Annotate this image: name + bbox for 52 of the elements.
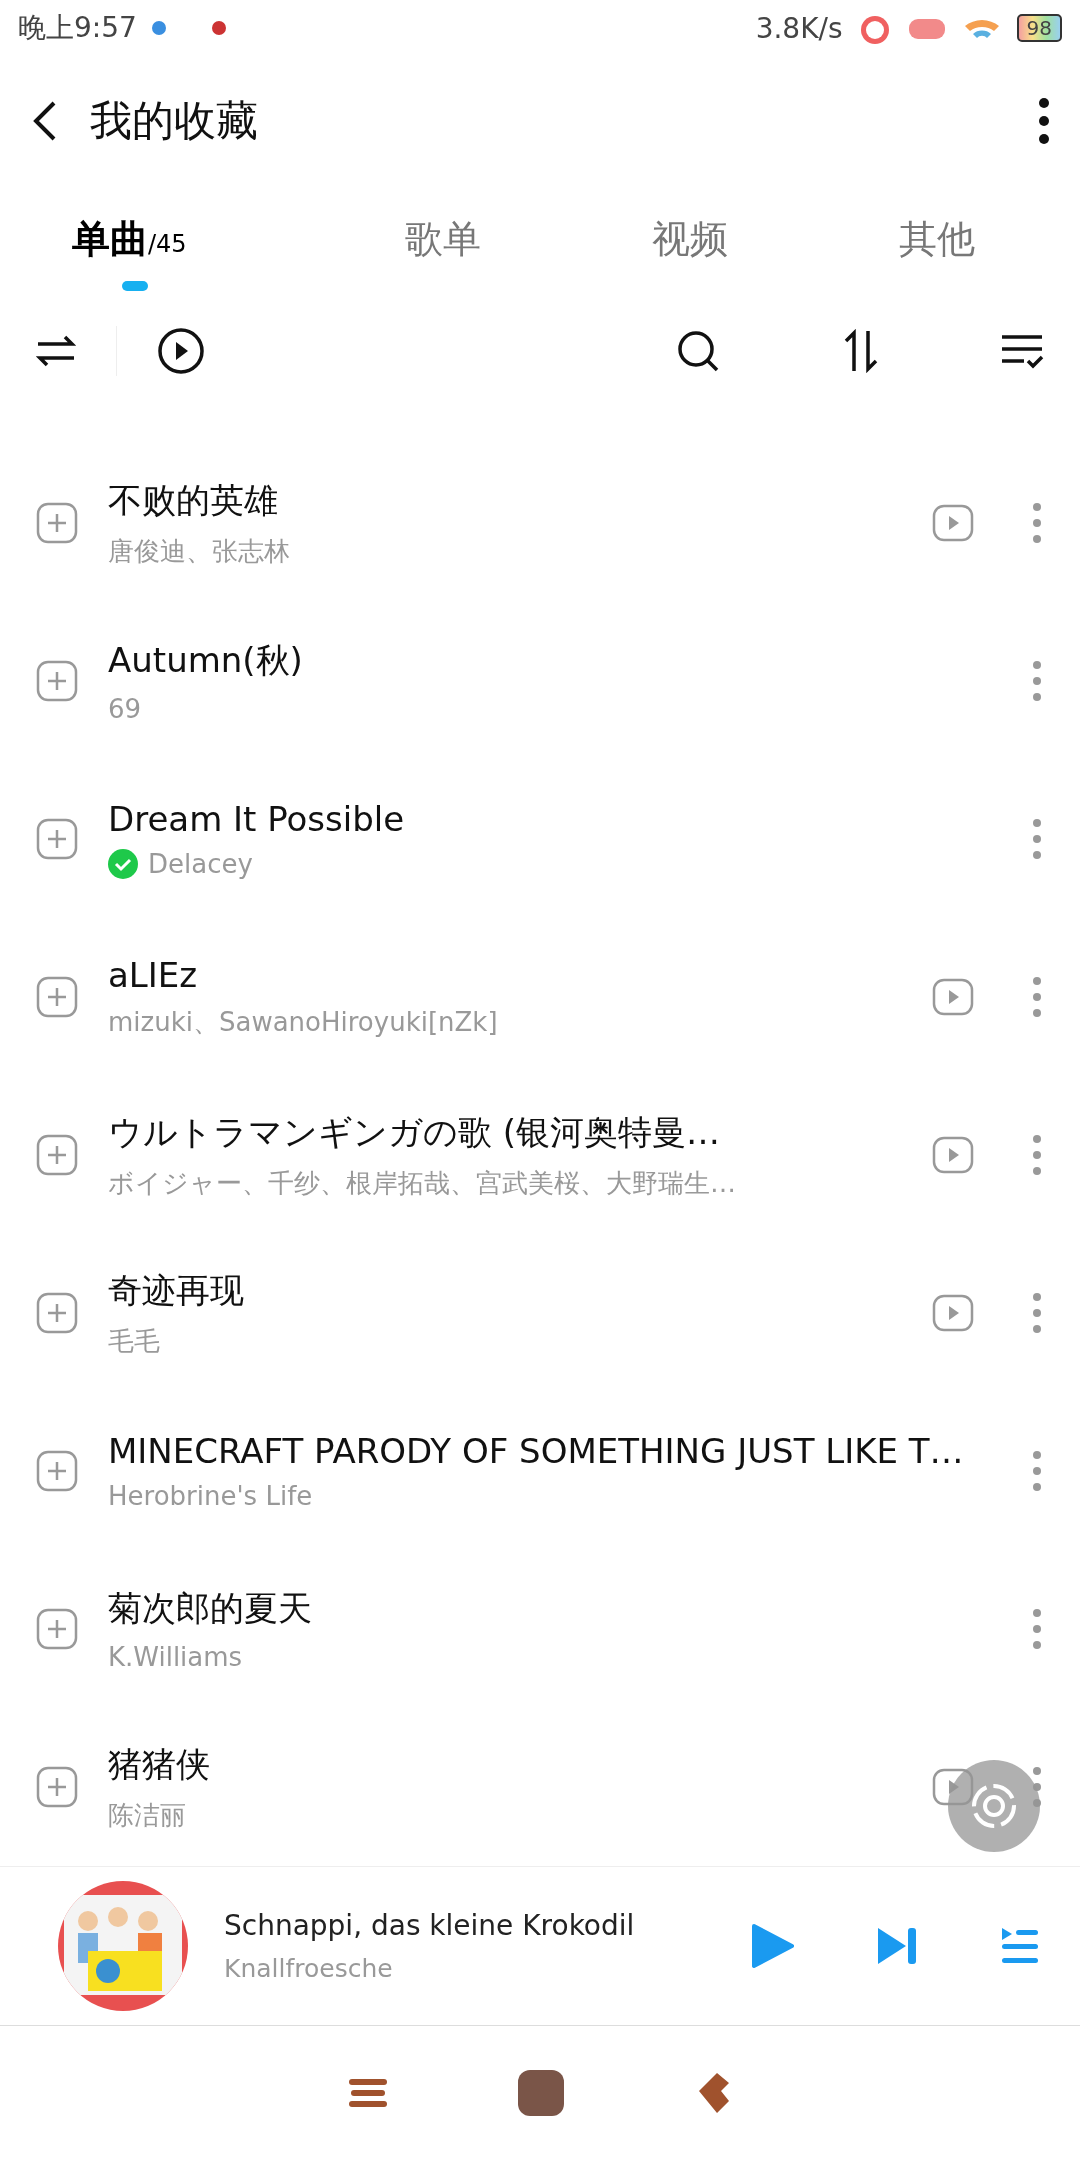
- battery-level: 98: [1016, 14, 1062, 42]
- add-icon[interactable]: [36, 1766, 78, 1808]
- tab[interactable]: 其他: [813, 186, 1060, 296]
- song-title[interactable]: 菊次郎的夏天: [108, 1586, 1032, 1632]
- song-title[interactable]: 不败的英雄: [108, 477, 932, 524]
- status-time: 晚上9:57: [18, 10, 137, 46]
- song-artist: Delacey: [148, 849, 253, 879]
- skip-next-icon[interactable]: [876, 1926, 918, 1966]
- song-artist: 69: [108, 694, 142, 724]
- song-artist: ボイジャー、千纱、根岸拓哉、宫武美桜、大野瑞生…: [108, 1166, 736, 1200]
- tab[interactable]: 歌单: [319, 186, 566, 296]
- song-title[interactable]: 猪猪侠: [108, 1741, 932, 1788]
- song-title[interactable]: aLIEz: [108, 954, 932, 995]
- search-icon[interactable]: [676, 329, 720, 373]
- tab[interactable]: 视频: [566, 186, 813, 296]
- shuffle-icon[interactable]: [36, 334, 76, 368]
- video-icon[interactable]: [932, 1294, 974, 1332]
- song-artist: mizuki、SawanoHiroyuki[nZk]: [108, 1005, 498, 1039]
- song-title[interactable]: Dream It Possible: [108, 799, 1032, 839]
- song-artist: Herobrine's Life: [108, 1481, 313, 1511]
- now-playing-title: Schnappi, das kleine Krokodil: [224, 1909, 636, 1942]
- song-title[interactable]: MINECRAFT PARODY OF SOMETHING JUST LIKE T…: [108, 1431, 1032, 1471]
- page-title: 我的收藏: [90, 95, 259, 147]
- add-icon[interactable]: [36, 502, 78, 544]
- now-playing-artist: Knallfroesche: [224, 1954, 394, 1983]
- network-speed: 3.8K/s: [755, 11, 843, 45]
- add-icon[interactable]: [36, 1134, 78, 1176]
- play-icon[interactable]: [157, 327, 205, 375]
- more-icon[interactable]: [1038, 97, 1050, 145]
- song-artist: K.Williams: [108, 1642, 243, 1672]
- target-icon: [969, 1781, 1019, 1831]
- add-icon[interactable]: [36, 818, 78, 860]
- song-title[interactable]: Autumn(秋): [108, 638, 1032, 684]
- song-title[interactable]: ウルトラマンギンガの歌 (银河奥特曼…: [108, 1109, 932, 1156]
- add-icon[interactable]: [36, 976, 78, 1018]
- app-icon: [150, 20, 167, 36]
- tab[interactable]: 单曲/45: [20, 186, 319, 296]
- video-icon[interactable]: [932, 1136, 974, 1174]
- playlist-icon[interactable]: [1000, 1926, 1040, 1966]
- add-icon[interactable]: [36, 1450, 78, 1492]
- add-icon[interactable]: [36, 1292, 78, 1334]
- home-icon[interactable]: [517, 2069, 565, 2117]
- song-artist: 毛毛: [108, 1324, 160, 1358]
- app-icon: [210, 20, 227, 36]
- video-icon[interactable]: [932, 978, 974, 1016]
- song-title[interactable]: 奇迹再现: [108, 1267, 932, 1314]
- menu-icon[interactable]: [349, 2077, 387, 2109]
- song-artist: 陈洁丽: [108, 1798, 186, 1832]
- add-icon[interactable]: [36, 660, 78, 702]
- song-artist: 唐俊迪、张志林: [108, 534, 290, 568]
- add-icon[interactable]: [36, 1608, 78, 1650]
- video-icon[interactable]: [932, 504, 974, 542]
